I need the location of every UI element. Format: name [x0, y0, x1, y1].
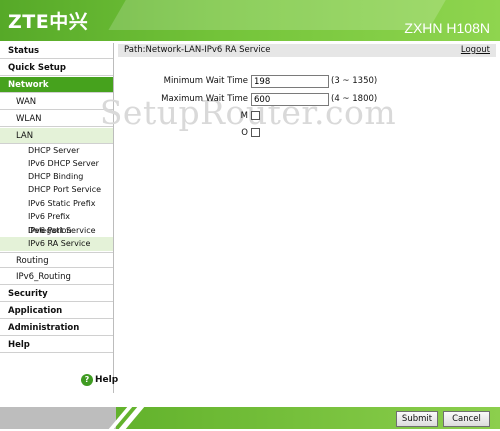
menu-security[interactable]: Security: [0, 286, 113, 302]
cancel-button[interactable]: Cancel: [443, 411, 490, 427]
menu-dhcp-port-service[interactable]: DHCP Port Service: [0, 183, 113, 197]
menu-ipv6-routing[interactable]: IPv6_Routing: [0, 269, 113, 285]
max-wait-time-input[interactable]: [251, 93, 329, 106]
menu-routing[interactable]: Routing: [0, 252, 113, 268]
min-wait-time-label: Minimum Wait Time: [163, 76, 248, 86]
help-link[interactable]: ? Help: [81, 374, 118, 386]
menu-ipv6-static-prefix[interactable]: IPv6 Static Prefix: [0, 197, 113, 211]
help-icon: ?: [81, 374, 93, 386]
zte-logo: ZTE中兴: [8, 11, 89, 33]
max-wait-time-range: (4 ~ 1800): [331, 94, 378, 104]
logout-link[interactable]: Logout: [461, 44, 490, 57]
m-flag-label: M: [240, 111, 248, 121]
max-wait-time-label: Maximum Wait Time: [161, 94, 248, 104]
help-link-label: Help: [95, 375, 119, 385]
footer-bar: Submit Cancel: [0, 405, 500, 431]
m-flag-checkbox[interactable]: [251, 111, 260, 120]
o-flag-checkbox[interactable]: [251, 128, 260, 137]
menu-help[interactable]: Help: [0, 337, 113, 353]
menu-dhcp-binding[interactable]: DHCP Binding: [0, 170, 113, 184]
menu-ipv6-prefix-delegation[interactable]: IPv6 Prefix Delegation: [0, 210, 113, 235]
min-wait-time-input[interactable]: [251, 75, 329, 88]
menu-ipv6-ra-service[interactable]: IPv6 RA Service: [0, 237, 113, 251]
menu-ipv6-port-service[interactable]: IPv6 Port Service: [0, 224, 113, 238]
path-bar: Path:Network-LAN-IPv6 RA Service Logout: [118, 44, 496, 57]
menu-network[interactable]: Network: [0, 77, 113, 93]
menu-ipv6-dhcp-server[interactable]: IPv6 DHCP Server: [0, 157, 113, 171]
menu-quick-setup[interactable]: Quick Setup: [0, 60, 113, 76]
submit-button[interactable]: Submit: [396, 411, 438, 427]
menu-status[interactable]: Status: [0, 43, 113, 59]
o-flag-label: O: [241, 128, 248, 138]
header-banner: ZTE中兴 ZXHN H108N: [0, 0, 500, 41]
menu-application[interactable]: Application: [0, 303, 113, 319]
menu-dhcp-server[interactable]: DHCP Server: [0, 144, 113, 158]
menu-administration[interactable]: Administration: [0, 320, 113, 336]
path-text: Path:Network-LAN-IPv6 RA Service: [124, 45, 271, 55]
min-wait-time-range: (3 ~ 1350): [331, 76, 378, 86]
model-name: ZXHN H108N: [404, 20, 490, 36]
header-shine: [108, 0, 452, 30]
